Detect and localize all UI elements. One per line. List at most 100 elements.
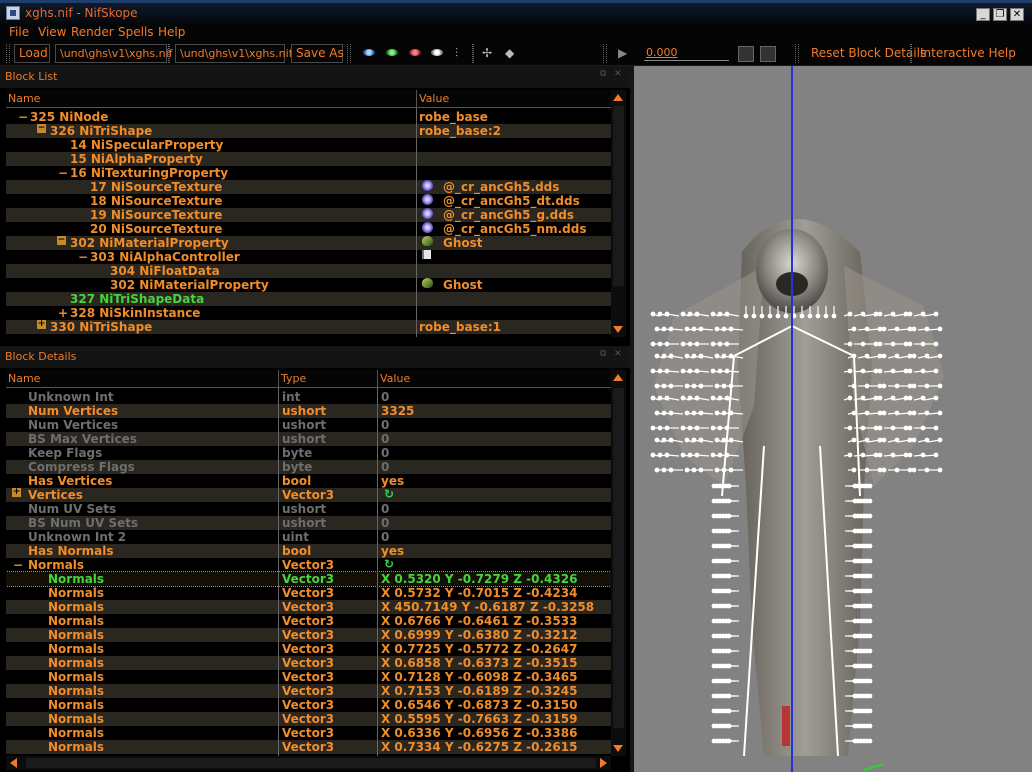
menu-help[interactable]: Help — [158, 25, 185, 39]
detail-row[interactable]: Keep Flags byte 0 — [6, 446, 611, 460]
scroll-thumb[interactable] — [613, 106, 624, 286]
close-dock-icon[interactable]: ✕ — [614, 349, 622, 359]
scroll-left-icon[interactable] — [10, 758, 17, 768]
detail-row[interactable]: Normals Vector3 X 0.5732 Y -0.7015 Z -0.42… — [6, 586, 611, 600]
save-path-field[interactable]: \und\ghs\v1\xghs.nif — [175, 44, 293, 63]
render-viewport[interactable] — [634, 66, 1032, 772]
column-value[interactable]: Value — [417, 90, 611, 108]
detail-row[interactable]: Normals Vector3 X 0.6999 Y -0.6380 Z -0.32… — [6, 628, 611, 642]
detail-row[interactable]: Has Normals bool yes — [6, 544, 611, 558]
block-list-row[interactable]: +330 NiTriShape robe_base:1 — [6, 320, 611, 334]
time-slider[interactable] — [644, 60, 729, 61]
block-list-tree[interactable]: Name Value −325 NiNode robe_base −326 NiTr… — [6, 90, 611, 337]
eye-white-icon[interactable] — [431, 49, 443, 56]
field-value[interactable]: X 0.7725 Y -0.5772 Z -0.2647 — [381, 642, 577, 656]
field-value[interactable]: X 0.5320 Y -0.7279 Z -0.4326 — [381, 572, 577, 586]
detail-row[interactable]: − Normals Vector3 ↻ — [6, 558, 611, 572]
scroll-down-icon[interactable] — [613, 326, 623, 333]
detail-row[interactable]: Num Vertices ushort 3325 — [6, 404, 611, 418]
eye-red-icon[interactable] — [409, 49, 421, 56]
restore-button[interactable]: ❐ — [993, 8, 1007, 21]
field-value[interactable]: X 0.6766 Y -0.6461 Z -0.3533 — [381, 614, 577, 628]
toolbar-grip[interactable] — [603, 44, 607, 63]
hscroll-thumb[interactable] — [26, 758, 596, 768]
detail-row[interactable]: Compress Flags byte 0 — [6, 460, 611, 474]
float-icon[interactable]: ⧉ — [600, 69, 606, 79]
scroll-up-icon[interactable] — [613, 94, 623, 101]
detail-row[interactable]: Unknown Int 2 uint 0 — [6, 530, 611, 544]
column-value[interactable]: Value — [378, 370, 611, 388]
float-icon[interactable]: ⧉ — [600, 349, 606, 359]
refresh-icon[interactable]: ↻ — [384, 488, 394, 500]
camera-loop-icon[interactable] — [738, 46, 754, 62]
block-list-row[interactable]: 19 NiSourceTexture @_cr_ancGh5_g.dds — [6, 208, 611, 222]
block-list-row[interactable]: 14 NiSpecularProperty — [6, 138, 611, 152]
block-list-row[interactable]: −16 NiTexturingProperty — [6, 166, 611, 180]
expand-icon[interactable]: + — [37, 320, 46, 329]
menu-file[interactable]: File — [9, 25, 29, 39]
detail-row[interactable]: Normals Vector3 X 0.7725 Y -0.5772 Z -0.26… — [6, 642, 611, 656]
reset-block-details-button[interactable]: Reset Block Details — [811, 44, 926, 63]
expand-icon[interactable]: + — [58, 306, 68, 320]
block-list-row[interactable]: 18 NiSourceTexture @_cr_ancGh5_dt.dds — [6, 194, 611, 208]
toolbar-grip[interactable] — [6, 44, 10, 63]
block-list-row[interactable]: −325 NiNode robe_base — [6, 110, 611, 124]
field-value[interactable]: yes — [381, 544, 404, 558]
field-value[interactable]: X 0.6546 Y -0.6873 Z -0.3150 — [381, 698, 577, 712]
column-name[interactable]: Name — [6, 90, 417, 108]
detail-row[interactable]: Num Vertices ushort 0 — [6, 418, 611, 432]
close-button[interactable]: ✕ — [1010, 8, 1024, 21]
block-list-row[interactable]: −326 NiTriShape robe_base:2 — [6, 124, 611, 138]
toolbar-grip[interactable] — [795, 44, 799, 63]
field-value[interactable]: 0 — [381, 418, 389, 432]
block-list-row[interactable]: 20 NiSourceTexture @_cr_ancGh5_nm.dds — [6, 222, 611, 236]
eye-green-icon[interactable] — [386, 49, 398, 56]
detail-row[interactable]: Normals Vector3 X 0.5320 Y -0.7279 Z -0.43… — [6, 571, 611, 587]
detail-row[interactable]: Normals Vector3 X 0.7153 Y -0.6189 Z -0.32… — [6, 684, 611, 698]
field-value[interactable]: 0 — [381, 446, 389, 460]
detail-row[interactable]: Has Vertices bool yes — [6, 474, 611, 488]
axes-icon[interactable]: ✢ — [482, 47, 492, 59]
detail-row[interactable]: Normals Vector3 X 0.6858 Y -0.6373 Z -0.35… — [6, 656, 611, 670]
detail-row[interactable]: Normals Vector3 X 0.6766 Y -0.6461 Z -0.35… — [6, 614, 611, 628]
field-value[interactable]: X 0.5595 Y -0.7663 Z -0.3159 — [381, 712, 577, 726]
collapse-icon[interactable]: − — [78, 250, 88, 264]
collapse-icon[interactable]: − — [57, 236, 66, 245]
expand-icon[interactable]: + — [12, 488, 21, 497]
block-list-row[interactable]: 304 NiFloatData — [6, 264, 611, 278]
field-value[interactable]: 0 — [381, 516, 389, 530]
menu-view[interactable]: View — [38, 25, 66, 39]
skeleton-icon[interactable]: ⫶ — [455, 47, 458, 59]
field-value[interactable]: 0 — [381, 432, 389, 446]
collapse-icon[interactable]: − — [58, 166, 68, 180]
field-value[interactable]: X 0.6336 Y -0.6956 Z -0.3386 — [381, 726, 577, 740]
collapse-icon[interactable]: − — [37, 124, 46, 133]
block-list-row[interactable]: 327 NiTriShapeData — [6, 292, 611, 306]
detail-row[interactable]: BS Num UV Sets ushort 0 — [6, 516, 611, 530]
scroll-thumb[interactable] — [613, 388, 624, 728]
detail-row[interactable]: Normals Vector3 X 450.7149 Y -0.6187 Z -0.… — [6, 600, 611, 614]
detail-row[interactable]: Normals Vector3 X 0.6336 Y -0.6956 Z -0.33… — [6, 726, 611, 740]
column-name[interactable]: Name — [6, 370, 279, 388]
menu-render[interactable]: Render — [71, 25, 114, 39]
save-as-button[interactable]: Save As — [291, 44, 344, 63]
plane-icon[interactable]: ◆ — [505, 47, 514, 59]
field-value[interactable]: 0 — [381, 530, 389, 544]
field-value[interactable]: 0 — [381, 460, 389, 474]
block-list-row[interactable]: −302 NiMaterialProperty Ghost — [6, 236, 611, 250]
block-list-row[interactable]: −303 NiAlphaController — [6, 250, 611, 264]
scroll-right-icon[interactable] — [600, 758, 607, 768]
field-value[interactable]: 0 — [381, 390, 389, 404]
field-value[interactable]: X 450.7149 Y -0.6187 Z -0.3258 — [381, 600, 594, 614]
scroll-down-icon[interactable] — [613, 745, 623, 752]
minimize-button[interactable]: _ — [976, 8, 990, 21]
detail-row[interactable]: Unknown Int int 0 — [6, 390, 611, 404]
detail-row[interactable]: Normals Vector3 X 0.7334 Y -0.6275 Z -0.26… — [6, 740, 611, 754]
detail-row[interactable]: Normals Vector3 X 0.7128 Y -0.6098 Z -0.34… — [6, 670, 611, 684]
detail-row[interactable]: Normals Vector3 X 0.5595 Y -0.7663 Z -0.31… — [6, 712, 611, 726]
detail-row[interactable]: Normals Vector3 X 0.6546 Y -0.6873 Z -0.31… — [6, 698, 611, 712]
eye-blue-icon[interactable] — [363, 49, 375, 56]
field-value[interactable]: X 0.7153 Y -0.6189 Z -0.3245 — [381, 684, 577, 698]
field-value[interactable]: X 0.6999 Y -0.6380 Z -0.3212 — [381, 628, 577, 642]
detail-row[interactable]: + Vertices Vector3 ↻ — [6, 488, 611, 502]
